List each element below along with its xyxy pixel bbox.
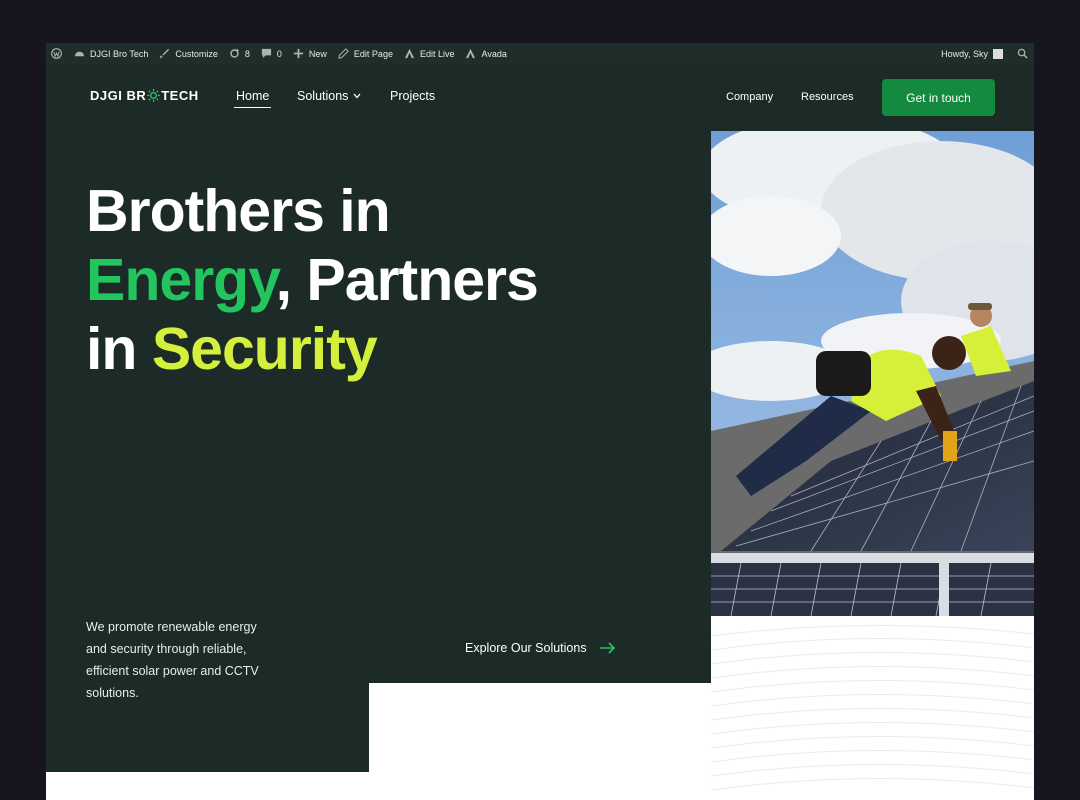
- new-content-link[interactable]: New: [293, 48, 327, 59]
- nav-solutions-label: Solutions: [297, 89, 349, 103]
- search-icon[interactable]: [1017, 48, 1028, 59]
- sun-icon: [147, 89, 161, 102]
- solar-installer-image: [711, 131, 1034, 616]
- headline-line-1: Brothers in: [86, 178, 391, 244]
- nav-home[interactable]: Home: [233, 89, 272, 108]
- avatar: [993, 48, 1003, 59]
- plus-icon: [293, 48, 303, 59]
- new-label: New: [308, 48, 327, 59]
- brush-icon: [160, 48, 170, 59]
- explore-solutions-link[interactable]: Explore Our Solutions: [465, 641, 616, 655]
- updates-count: 8: [244, 48, 250, 59]
- edit-page-link[interactable]: Edit Page: [338, 48, 393, 59]
- headline-energy: Energy: [86, 247, 277, 313]
- wordpress-icon: [51, 48, 62, 59]
- chevron-down-icon: [353, 93, 361, 99]
- avada-label: Avada: [481, 48, 507, 59]
- avada-icon: [404, 48, 415, 59]
- logo-text-right: TECH: [161, 88, 199, 103]
- howdy-label: Howdy, Sky: [941, 48, 988, 59]
- edit-page-label: Edit Page: [353, 48, 393, 59]
- nav-solutions[interactable]: Solutions: [297, 89, 361, 103]
- site-logo[interactable]: DJGI BR TECH: [90, 88, 199, 103]
- edit-live-link[interactable]: Edit Live: [404, 48, 455, 59]
- account-link[interactable]: Howdy, Sky: [941, 48, 1003, 59]
- nav-projects[interactable]: Projects: [390, 89, 435, 103]
- headline-partners: , Partners: [275, 247, 539, 313]
- explore-label: Explore Our Solutions: [465, 641, 587, 655]
- comments-link[interactable]: 0: [261, 48, 282, 59]
- edit-live-label: Edit Live: [419, 48, 455, 59]
- headline-in: in: [86, 316, 152, 382]
- admin-bar: DJGI Bro Tech Customize 8 0 New Edit Pag…: [46, 43, 1034, 64]
- hero-headline: Brothers in Energy, Partners in Security: [86, 177, 539, 384]
- comment-icon: [261, 48, 271, 59]
- site-name-link[interactable]: DJGI Bro Tech: [74, 48, 148, 59]
- get-in-touch-button[interactable]: Get in touch: [882, 79, 995, 116]
- comments-count: 0: [276, 48, 282, 59]
- avada-icon: [466, 48, 476, 59]
- customize-label: Customize: [175, 48, 218, 59]
- nav-company[interactable]: Company: [726, 91, 773, 103]
- nav-resources[interactable]: Resources: [801, 91, 854, 103]
- avada-link[interactable]: Avada: [465, 48, 507, 59]
- hero-description: We promote renewable energy and security…: [86, 620, 259, 700]
- site-header: DJGI BR TECH Home Solutions Projects Com…: [46, 64, 1034, 131]
- pencil-icon: [338, 48, 349, 59]
- browser-viewport: DJGI Bro Tech Customize 8 0 New Edit Pag…: [46, 43, 1034, 800]
- customize-link[interactable]: Customize: [159, 48, 218, 59]
- hero-photo: [711, 131, 1034, 616]
- updates-link[interactable]: 8: [229, 48, 250, 59]
- refresh-icon: [230, 48, 239, 58]
- logo-text-left: DJGI BR: [90, 88, 147, 103]
- site-name-label: DJGI Bro Tech: [90, 48, 149, 59]
- headline-security: Security: [151, 316, 378, 382]
- decorative-wave-pattern: [711, 624, 1034, 791]
- wordpress-logo-link[interactable]: [51, 48, 62, 59]
- dashboard-icon: [74, 51, 85, 57]
- arrow-right-icon: [599, 642, 615, 654]
